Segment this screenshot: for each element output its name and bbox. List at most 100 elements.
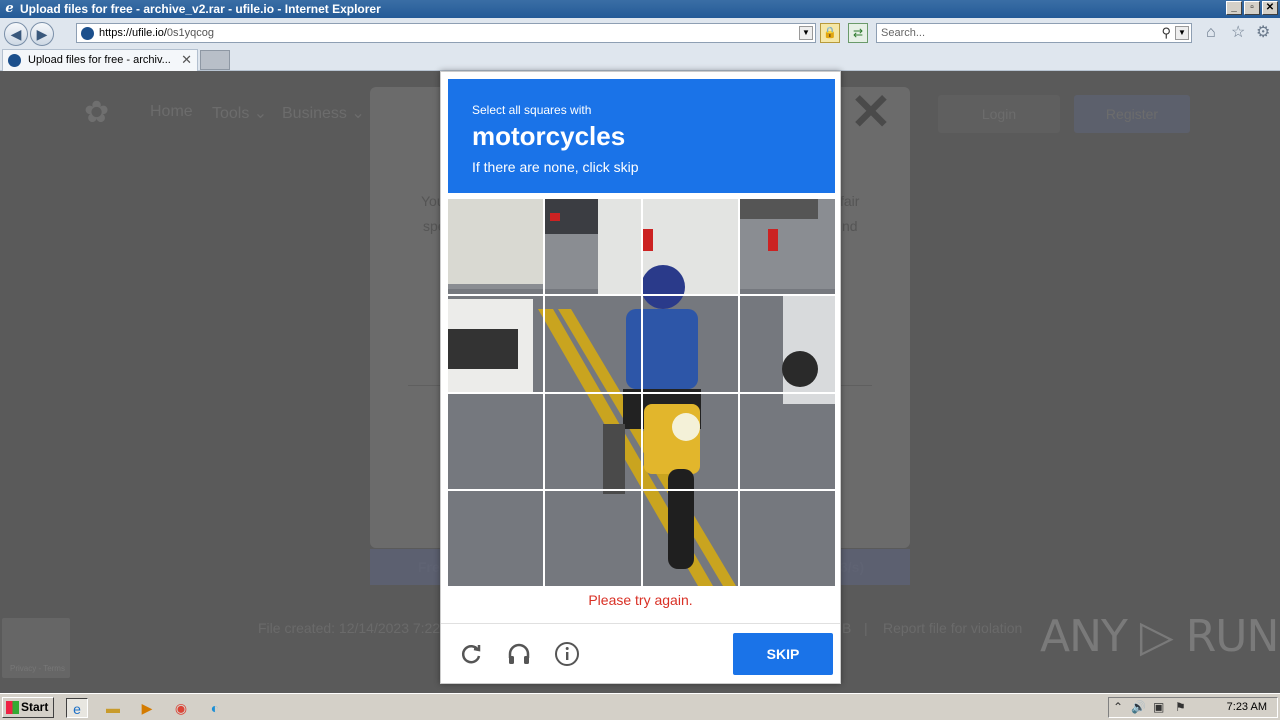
- address-url[interactable]: https://ufile.io/0s1yqcog: [99, 27, 214, 39]
- tile-image: [739, 393, 835, 489]
- nav-tools[interactable]: Tools ⌄: [212, 103, 267, 123]
- challenge-header: Select all squares with motorcycles If t…: [448, 79, 835, 193]
- footer-separator: |: [864, 620, 868, 636]
- refresh-icon[interactable]: ⇄: [848, 23, 868, 43]
- home-icon[interactable]: ⌂: [1206, 25, 1216, 41]
- challenge-tile[interactable]: [545, 296, 641, 392]
- tab-bar: Upload files for free - archiv... ✕: [0, 48, 1280, 71]
- search-placeholder: Search...: [881, 27, 926, 39]
- instruction-skip-text: If there are none, click skip: [472, 159, 639, 175]
- windows-flag-icon: [6, 701, 19, 714]
- challenge-tile[interactable]: [739, 296, 835, 392]
- register-button[interactable]: Register: [1074, 95, 1190, 133]
- recaptcha-badge[interactable]: Privacy - Terms: [2, 618, 70, 678]
- edge-icon[interactable]: ◐: [204, 698, 226, 718]
- ie-taskbar-icon[interactable]: e: [66, 698, 88, 718]
- system-tray: ⌃ 🔊 ▣ ⚑ 7:23 AM: [1108, 697, 1278, 718]
- tab-ufile[interactable]: Upload files for free - archiv... ✕: [2, 49, 198, 71]
- recaptcha-badge-text: Privacy - Terms: [10, 664, 65, 673]
- instruction-text: Select all squares with: [472, 103, 592, 117]
- search-icon[interactable]: ⚲: [1161, 25, 1171, 41]
- tile-image: [448, 296, 544, 392]
- info-icon[interactable]: [554, 641, 580, 667]
- challenge-tile[interactable]: [545, 199, 641, 295]
- challenge-image-grid: [448, 199, 835, 586]
- favorites-star-icon[interactable]: ☆: [1231, 25, 1245, 41]
- challenge-tile[interactable]: [642, 199, 738, 295]
- tile-image: [448, 393, 544, 489]
- gear-icon[interactable]: ⚙: [1256, 25, 1270, 41]
- modal-text-fragment: fair: [840, 193, 860, 209]
- challenge-tile[interactable]: [448, 393, 544, 489]
- challenge-tile[interactable]: [739, 490, 835, 586]
- modal-close-icon[interactable]: ✕: [850, 87, 892, 137]
- new-tab-button[interactable]: [200, 50, 230, 70]
- taskbar: Start e ▬ ▶ ◉ ◐ ⌃ 🔊 ▣ ⚑ 7:23 AM: [0, 693, 1280, 720]
- file-created-text: File created: 12/14/2023 7:22: [258, 620, 441, 636]
- footer-divider: [441, 623, 840, 624]
- audio-headphones-icon[interactable]: [506, 641, 532, 667]
- challenge-tile[interactable]: [545, 490, 641, 586]
- challenge-tile[interactable]: [545, 393, 641, 489]
- report-violation-link[interactable]: Report file for violation: [883, 620, 1022, 636]
- nav-business[interactable]: Business ⌄: [282, 103, 365, 123]
- navigation-bar: ◀ ▶ https://ufile.io/0s1yqcog ▼ 🔒 ⇄ Sear…: [0, 18, 1280, 48]
- tab-close-icon[interactable]: ✕: [181, 52, 192, 68]
- address-bar[interactable]: https://ufile.io/0s1yqcog ▼: [76, 23, 816, 43]
- tile-image: [448, 199, 544, 295]
- search-dropdown-icon[interactable]: ▼: [1175, 26, 1189, 40]
- challenge-tile[interactable]: [642, 296, 738, 392]
- forward-button[interactable]: ▶: [30, 22, 54, 46]
- error-message: Please try again.: [588, 592, 693, 608]
- tray-expand-icon[interactable]: ⌃: [1113, 700, 1123, 714]
- tile-image: [545, 199, 641, 295]
- back-button[interactable]: ◀: [4, 22, 28, 46]
- file-size-text: B: [842, 620, 852, 636]
- challenge-tile[interactable]: [642, 490, 738, 586]
- download-label-right: 3/s): [840, 559, 865, 575]
- action-center-flag-icon[interactable]: ⚑: [1175, 700, 1186, 714]
- close-window-button[interactable]: ✕: [1262, 1, 1278, 15]
- tile-image: [739, 296, 835, 392]
- challenge-tile[interactable]: [739, 199, 835, 295]
- recaptcha-challenge: Select all squares with motorcycles If t…: [440, 71, 841, 684]
- lock-icon[interactable]: 🔒: [820, 23, 840, 43]
- search-input[interactable]: Search... ⚲ ▼: [876, 23, 1192, 43]
- window-title: Upload files for free - archive_v2.rar -…: [20, 2, 381, 16]
- tile-image: [545, 490, 641, 586]
- challenge-tile[interactable]: [448, 490, 544, 586]
- challenge-tile[interactable]: [642, 393, 738, 489]
- tile-image: [642, 296, 738, 392]
- explorer-folder-icon[interactable]: ▬: [102, 698, 124, 718]
- tab-favicon-icon: [8, 54, 21, 67]
- tile-image: [739, 490, 835, 586]
- tile-image: [545, 393, 641, 489]
- start-label: Start: [21, 700, 49, 714]
- site-favicon-icon: [81, 27, 94, 40]
- login-button[interactable]: Login: [938, 95, 1060, 133]
- tile-image: [642, 393, 738, 489]
- reload-icon[interactable]: [458, 641, 484, 667]
- chrome-icon[interactable]: ◉: [170, 698, 192, 718]
- challenge-tile[interactable]: [448, 199, 544, 295]
- skip-button[interactable]: SKIP: [733, 633, 833, 675]
- challenge-tile[interactable]: [448, 296, 544, 392]
- volume-icon[interactable]: 🔊: [1131, 700, 1146, 714]
- tile-image: [545, 296, 641, 392]
- ufile-logo-icon: ✿: [84, 96, 110, 129]
- address-dropdown-icon[interactable]: ▼: [799, 26, 813, 40]
- anyrun-watermark: ANY ▷ RUN: [1040, 611, 1279, 662]
- tile-image: [642, 490, 738, 586]
- clock[interactable]: 7:23 AM: [1227, 701, 1267, 713]
- challenge-tile[interactable]: [739, 393, 835, 489]
- restore-button[interactable]: ▫: [1244, 1, 1260, 15]
- target-object-text: motorcycles: [472, 121, 626, 151]
- minimize-button[interactable]: _: [1226, 1, 1242, 15]
- nav-home[interactable]: Home: [150, 103, 193, 121]
- start-button[interactable]: Start: [2, 697, 54, 718]
- download-label-left: Fre: [418, 559, 440, 575]
- window-title-bar: e Upload files for free - archive_v2.rar…: [0, 0, 1280, 18]
- network-icon[interactable]: ▣: [1153, 700, 1164, 714]
- ie-logo-icon: e: [5, 1, 14, 16]
- media-player-icon[interactable]: ▶: [136, 698, 158, 718]
